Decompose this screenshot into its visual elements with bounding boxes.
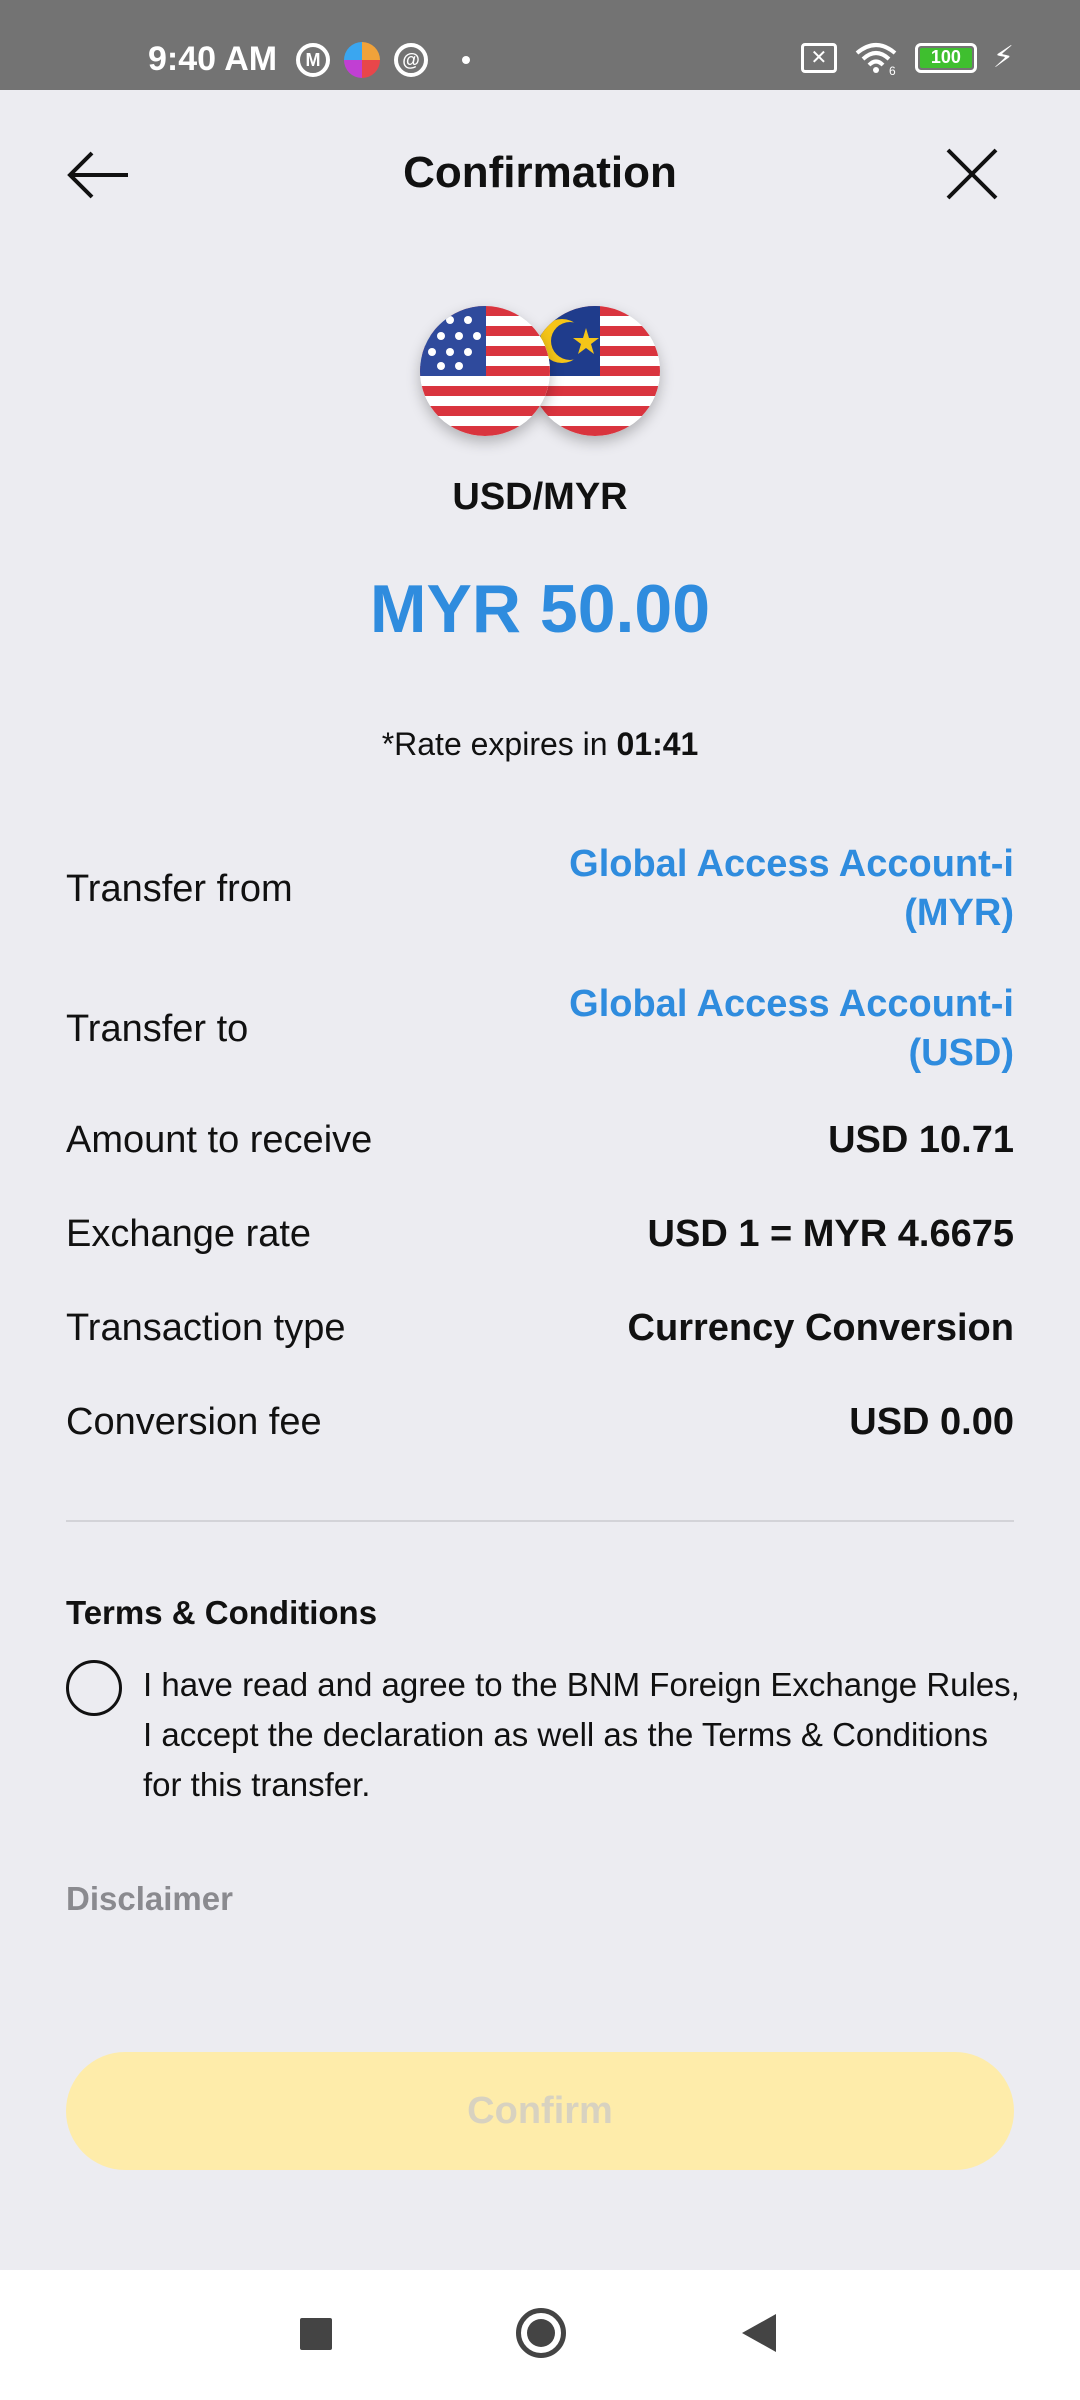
recents-square-icon[interactable] [300,2318,332,2350]
transfer-to-account: Global Access Account-i [569,982,1014,1025]
battery-level: 100 [919,47,972,68]
status-time: 9:40 AM [148,40,278,78]
transfer-from-currency: (MYR) [904,892,1014,934]
exchange-rate-value: USD 1 = MYR 4.6675 [647,1212,1014,1255]
transaction-type-row: Transaction type Currency Conversion [66,1298,1014,1358]
back-triangle-icon[interactable] [742,2314,776,2352]
transfer-details: Transfer from Global Access Account-i (M… [66,836,1014,1443]
currency-pair: USD/MYR [452,476,628,518]
transaction-type-value: Currency Conversion [627,1306,1014,1349]
transfer-from-label: Transfer from [66,867,293,910]
color-app-icon [344,42,380,78]
page-title: Confirmation [403,148,677,197]
m-app-icon: M [296,43,330,77]
home-circle-icon[interactable] [516,2308,566,2358]
transfer-from-account: Global Access Account-i [569,842,1014,885]
terms-checkbox[interactable] [66,1660,122,1716]
no-sim-icon: ✕ [800,42,837,73]
charging-icon: ⚡ [992,41,1014,74]
disclaimer-link[interactable]: Disclaimer [66,1880,233,1918]
system-nav-bar [0,2270,1080,2400]
at-app-icon: @ [394,43,428,77]
rate-expiry-prefix: *Rate expires in [381,726,617,762]
exchange-rate-row: Exchange rate USD 1 = MYR 4.6675 [66,1204,1014,1264]
amount-to-receive-value: USD 10.71 [828,1118,1014,1161]
conversion-fee-row: Conversion fee USD 0.00 [66,1392,1014,1452]
close-icon[interactable] [944,146,1000,202]
transfer-from-value: Global Access Account-i (MYR) [569,840,1014,939]
terms-title: Terms & Conditions [66,1594,378,1631]
status-icons-left: M @ [296,42,470,78]
status-icons-right: ✕ 6 100 ⚡ [800,40,1014,75]
divider [66,1520,1014,1522]
rate-expiry: *Rate expires in 01:41 [0,726,1080,763]
battery-icon: 100 [914,42,977,73]
exchange-rate-label: Exchange rate [66,1212,312,1255]
transfer-amount: MYR 50.00 [369,571,711,647]
confirm-button[interactable]: Confirm [66,2052,1014,2170]
notification-dot-icon [462,56,470,64]
us-flag-icon [420,306,550,436]
transfer-to-value: Global Access Account-i (USD) [569,980,1014,1079]
conversion-fee-label: Conversion fee [66,1400,322,1443]
conversion-fee-value: USD 0.00 [849,1400,1014,1443]
currency-flags [420,306,660,438]
amount-to-receive-label: Amount to receive [66,1118,373,1161]
transfer-to-label: Transfer to [66,1007,249,1050]
wifi-icon: 6 [855,42,897,75]
rate-expiry-time: 01:41 [616,726,699,762]
transfer-to-currency: (USD) [908,1032,1014,1074]
transaction-type-label: Transaction type [66,1306,346,1349]
header: Confirmation [0,90,1080,260]
status-bar: 9:40 AM M @ ✕ 6 100 ⚡ [0,0,1080,90]
amount-to-receive-row: Amount to receive USD 10.71 [66,1110,1014,1170]
transfer-to-row: Transfer to Global Access Account-i (USD… [66,976,1014,1082]
wifi-label: 6 [889,64,896,75]
terms-text: I have read and agree to the BNM Foreign… [143,1666,1020,1803]
transfer-from-row: Transfer from Global Access Account-i (M… [66,836,1014,942]
